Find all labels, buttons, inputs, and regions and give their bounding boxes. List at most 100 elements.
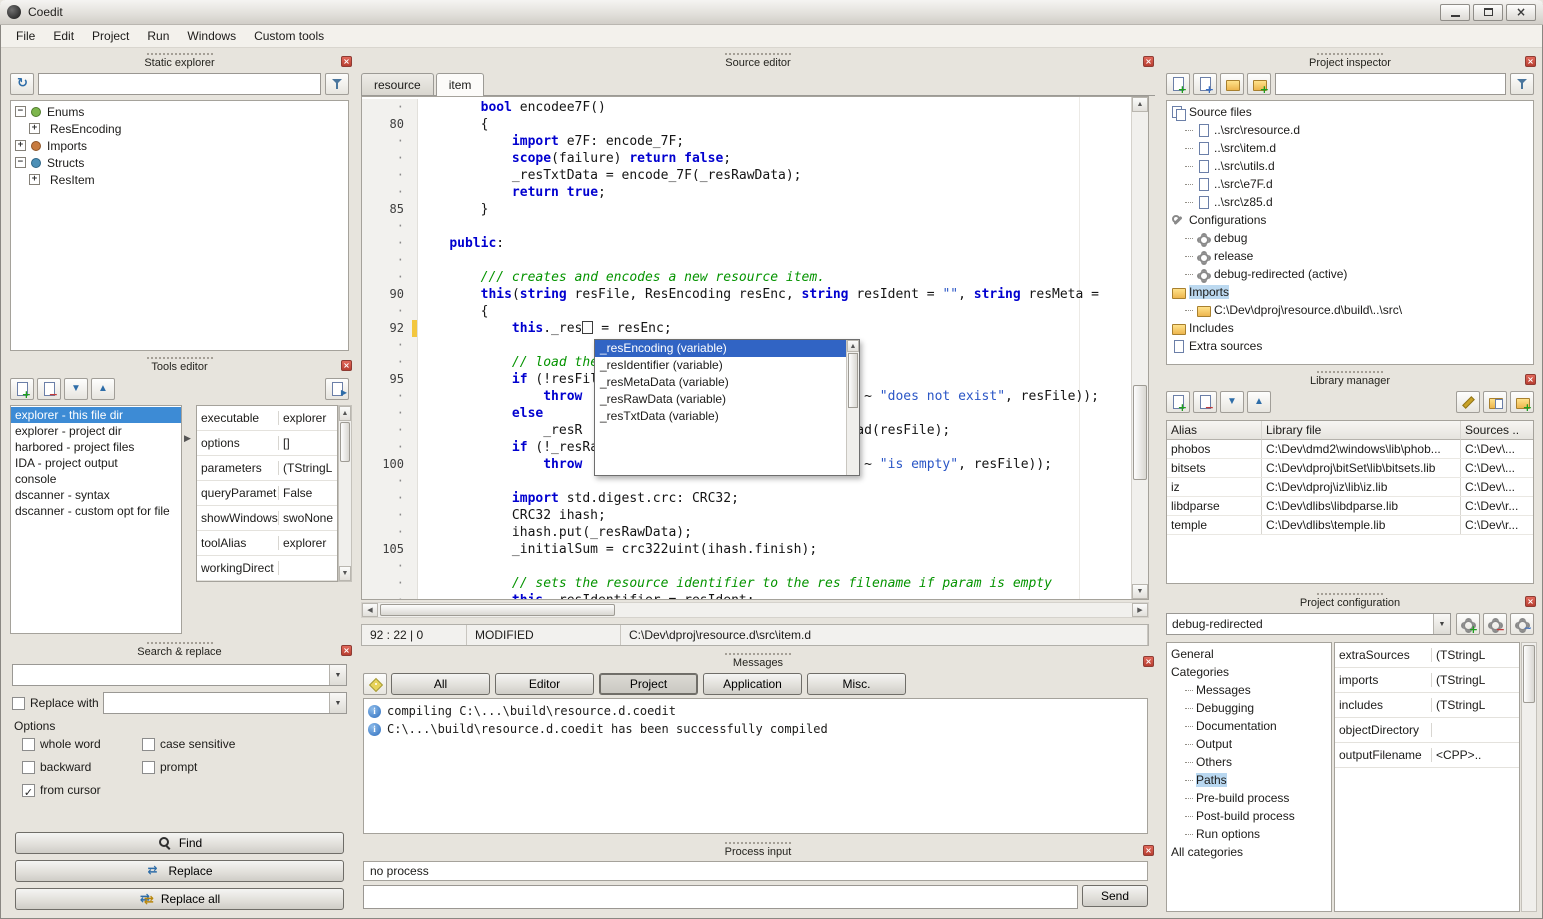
maximize-button[interactable] — [1473, 4, 1503, 21]
panel-close-icon[interactable]: × — [1143, 845, 1154, 856]
library-row[interactable]: temple C:\Dev\dlibs\temple.lib C:\Dev\r.… — [1167, 516, 1533, 535]
symbol-filter-input[interactable] — [38, 73, 321, 95]
expander-icon[interactable]: + — [29, 174, 40, 185]
scroll-down-arrow[interactable]: ▼ — [1132, 584, 1148, 599]
tree-item[interactable]: Imports — [1167, 283, 1533, 301]
option-checkbox[interactable]: backward — [22, 760, 142, 774]
property-row[interactable]: executable explorer — [197, 406, 337, 431]
property-row[interactable]: imports (TStringL — [1335, 668, 1519, 693]
new-source-button[interactable] — [1193, 73, 1217, 95]
panel-grip[interactable] — [1317, 371, 1383, 373]
tree-item[interactable]: Extra sources — [1167, 337, 1533, 355]
column-header[interactable]: Alias — [1167, 421, 1262, 440]
panel-grip[interactable] — [725, 842, 791, 844]
property-value[interactable]: (TStringL — [1432, 698, 1519, 712]
tree-item[interactable]: Includes — [1167, 319, 1533, 337]
dropdown-arrow-icon[interactable]: ▼ — [329, 665, 346, 685]
category-item[interactable]: Others — [1167, 753, 1331, 771]
message-row[interactable]: C:\...\build\resource.d.coedit has been … — [364, 720, 1147, 738]
config-scrollbar[interactable] — [1521, 642, 1537, 912]
panel-close-icon[interactable]: × — [1143, 656, 1154, 667]
panel-close-icon[interactable]: × — [1525, 596, 1536, 607]
panel-grip[interactable] — [1317, 593, 1383, 595]
code-line[interactable]: · — [362, 218, 1131, 235]
option-checkbox[interactable]: whole word — [22, 737, 142, 751]
code-line[interactable]: · { — [362, 303, 1131, 320]
open-folder-button[interactable] — [1220, 73, 1244, 95]
completion-item[interactable]: _resMetaData (variable) — [595, 374, 846, 391]
code-line[interactable]: · /// creates and encodes a new resource… — [362, 269, 1131, 286]
panel-grip[interactable] — [147, 357, 213, 359]
add-source-button[interactable] — [1166, 73, 1190, 95]
property-row[interactable]: queryParamet False — [197, 481, 337, 506]
source-filter-input[interactable] — [1275, 73, 1506, 95]
panel-grip[interactable] — [147, 642, 213, 644]
code-line[interactable]: · // sets the resource identifier to the… — [362, 575, 1131, 592]
code-line[interactable]: · this._resIdentifier = resIdent; — [362, 592, 1131, 599]
menu-item[interactable]: Custom tools — [245, 26, 333, 46]
property-grid-scrollbar[interactable]: ▲ ▼ — [338, 405, 352, 582]
library-row[interactable]: iz C:\Dev\dproj\iz\lib\iz.lib C:\Dev\... — [1167, 478, 1533, 497]
replace-button[interactable]: Replace — [15, 860, 344, 882]
category-item[interactable]: Run options — [1167, 825, 1331, 843]
tool-list-item[interactable]: IDA - project output — [11, 455, 181, 471]
property-value[interactable]: (TStringL — [1432, 673, 1519, 687]
message-filter-button[interactable]: Misc. — [807, 673, 906, 695]
tree-item[interactable]: ..\src\z85.d — [1167, 193, 1533, 211]
library-row[interactable]: phobos C:\Dev\dmd2\windows\lib\phob... C… — [1167, 440, 1533, 459]
category-item[interactable]: Output — [1167, 735, 1331, 753]
category-item[interactable]: Messages — [1167, 681, 1331, 699]
filter-sources-button[interactable] — [1510, 73, 1534, 95]
panel-close-icon[interactable]: × — [341, 360, 352, 371]
scroll-right-arrow[interactable]: ▶ — [1132, 603, 1148, 617]
library-row[interactable]: bitsets C:\Dev\dproj\bitSet\lib\bitsets.… — [1167, 459, 1533, 478]
tree-item[interactable]: + Imports — [11, 137, 348, 154]
property-row[interactable]: parameters (TStringL — [197, 456, 337, 481]
tree-item[interactable]: − Enums — [11, 103, 348, 120]
remove-library-button[interactable] — [1193, 391, 1217, 413]
add-config-button[interactable] — [1456, 613, 1480, 635]
property-row[interactable]: objectDirectory — [1335, 718, 1519, 743]
checkbox-box[interactable] — [22, 761, 35, 774]
code-line[interactable]: 80 { — [362, 116, 1131, 133]
property-row[interactable]: showWindows swoNone — [197, 506, 337, 531]
category-item[interactable]: Categories — [1167, 663, 1331, 681]
property-value[interactable]: <CPP>.. — [1432, 748, 1519, 762]
tree-item[interactable]: Source files — [1167, 103, 1533, 121]
editor-tab[interactable]: resource — [361, 73, 434, 95]
property-row[interactable]: workingDirect — [197, 556, 337, 581]
menu-item[interactable]: Windows — [178, 26, 245, 46]
scroll-thumb[interactable] — [848, 353, 858, 408]
message-row[interactable]: compiling C:\...\build\resource.d.coedit — [364, 702, 1147, 720]
tool-list-item[interactable]: dscanner - custom opt for file — [11, 503, 181, 519]
message-filter-button[interactable]: Application — [703, 673, 802, 695]
completion-item[interactable]: _resIdentifier (variable) — [595, 357, 846, 374]
add-tool-button[interactable] — [10, 378, 34, 400]
category-item[interactable]: General — [1167, 645, 1331, 663]
property-value[interactable]: [] — [279, 436, 337, 450]
panel-close-icon[interactable]: × — [1143, 56, 1154, 67]
panel-close-icon[interactable]: × — [341, 645, 352, 656]
dropdown-arrow-icon[interactable]: ▼ — [329, 693, 346, 713]
move-tool-down-button[interactable] — [64, 378, 88, 400]
execute-tool-button[interactable] — [325, 378, 349, 400]
property-row[interactable]: includes (TStringL — [1335, 693, 1519, 718]
completion-item[interactable]: _resTxtData (variable) — [595, 408, 846, 425]
category-item[interactable]: Paths — [1167, 771, 1331, 789]
scroll-thumb[interactable] — [340, 422, 350, 462]
replace-all-button[interactable]: Replace all — [15, 888, 344, 910]
expander-icon[interactable]: + — [29, 123, 40, 134]
menu-item[interactable]: Edit — [44, 26, 83, 46]
code-line[interactable]: · bool encodee7F() — [362, 99, 1131, 116]
tree-item[interactable]: C:\Dev\dproj\resource.d\build\..\src\ — [1167, 301, 1533, 319]
code-line[interactable]: · public: — [362, 235, 1131, 252]
refresh-button[interactable] — [10, 73, 34, 95]
panel-grip[interactable] — [725, 53, 791, 55]
property-value[interactable]: explorer — [279, 411, 337, 425]
property-value[interactable]: swoNone — [279, 511, 337, 525]
message-categories-button[interactable] — [363, 673, 387, 695]
editor-tab[interactable]: item — [436, 73, 485, 96]
category-item[interactable]: All categories — [1167, 843, 1331, 861]
expander-icon[interactable]: − — [15, 106, 26, 117]
tree-item[interactable]: release — [1167, 247, 1533, 265]
